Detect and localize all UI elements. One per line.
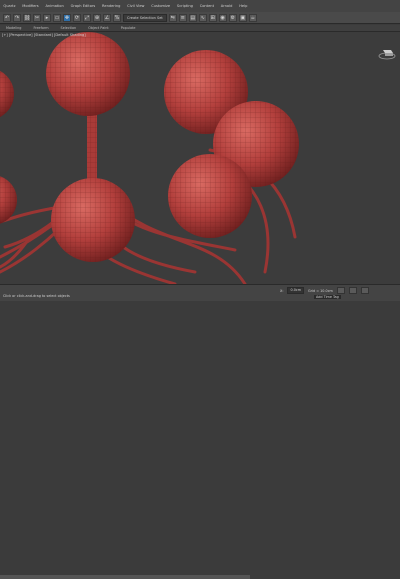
coordinate-display: X: 0.0cm Grid = 10.0cm	[280, 287, 369, 294]
menu-item-arnold[interactable]: Arnold	[217, 4, 235, 8]
status-prompt: Click or click-and-drag to select object…	[3, 294, 70, 298]
x-coordinate-field[interactable]: 0.0cm	[287, 287, 305, 294]
layers-icon[interactable]: ▤	[188, 13, 197, 22]
ribbon-tab-populate[interactable]: Populate	[115, 26, 142, 30]
render-frame-icon[interactable]: ▣	[238, 13, 247, 22]
unlink-icon[interactable]: ✂	[33, 13, 41, 22]
undo-icon[interactable]: ↶	[3, 13, 11, 22]
x-label: X:	[280, 288, 284, 293]
key-mode-icon[interactable]	[360, 287, 369, 294]
ribbon-tab-modeling[interactable]: Modeling	[0, 26, 27, 30]
menu-item-graph-editors[interactable]: Graph Editors	[67, 4, 98, 8]
align-icon[interactable]: ≡	[178, 13, 187, 22]
snap-icon[interactable]: ⊕	[93, 13, 101, 22]
viewport-scene[interactable]	[0, 32, 400, 284]
viewport-label[interactable]: [+] [Perspective] [Standard] [Default Sh…	[2, 33, 86, 37]
render-icon[interactable]: ☕	[248, 13, 257, 22]
main-toolbar: ↶ ↷ ⛓ ✂ ▸ ▭ ✥ ⟳ ⤢ ⊕ ∠ % Create Selection…	[0, 12, 400, 24]
grid-size: Grid = 10.0cm	[308, 288, 333, 293]
rotate-icon[interactable]: ⟳	[73, 13, 81, 22]
sphere-top-left[interactable]	[0, 68, 14, 120]
redo-icon[interactable]: ↷	[13, 13, 21, 22]
percent-snap-icon[interactable]: %	[113, 13, 121, 22]
perspective-viewport[interactable]: [+] [Perspective] [Standard] [Default Sh…	[0, 32, 400, 284]
menu-item-civil-view[interactable]: Civil View	[124, 4, 148, 8]
ribbon-tab-freeform[interactable]: Freeform	[27, 26, 54, 30]
menu-item-customize[interactable]: Customize	[148, 4, 174, 8]
ribbon-tabs: Modeling Freeform Selection Object Paint…	[0, 25, 400, 32]
scale-icon[interactable]: ⤢	[83, 13, 91, 22]
sphere-lower-right[interactable]	[168, 154, 252, 238]
next-frame-icon[interactable]	[348, 287, 357, 294]
menu-item-rendering[interactable]: Rendering	[99, 4, 124, 8]
link-icon[interactable]: ⛓	[23, 13, 31, 22]
mirror-icon[interactable]: ⇋	[168, 13, 177, 22]
add-time-tag-button[interactable]: Add Time Tag	[314, 295, 341, 299]
sphere-bottom-center[interactable]	[51, 178, 135, 262]
material-editor-icon[interactable]: ◉	[218, 13, 227, 22]
select-icon[interactable]: ▸	[43, 13, 51, 22]
menu-item-modifiers[interactable]: Modifiers	[19, 4, 42, 8]
sphere-top-center[interactable]	[46, 32, 130, 116]
render-setup-icon[interactable]: ⚙	[228, 13, 237, 22]
ribbon-tab-selection[interactable]: Selection	[55, 26, 83, 30]
ribbon-tab-object-paint[interactable]: Object Paint	[82, 26, 115, 30]
menu-item-content[interactable]: Content	[196, 4, 217, 8]
play-icon[interactable]	[336, 287, 345, 294]
menu-item-quartz[interactable]: Quartz	[0, 4, 19, 8]
menu-item-scripting[interactable]: Scripting	[174, 4, 197, 8]
menu-item-help[interactable]: Help	[236, 4, 251, 8]
schematic-icon[interactable]: ⊞	[208, 13, 217, 22]
select-region-icon[interactable]: ▭	[53, 13, 61, 22]
timeline-scrollbar[interactable]	[0, 575, 250, 579]
selection-set-dropdown[interactable]: Create Selection Set	[123, 13, 167, 22]
menu-item-animation[interactable]: Animation	[42, 4, 67, 8]
viewcube-icon[interactable]	[378, 46, 396, 60]
status-bar: Click or click-and-drag to select object…	[0, 284, 400, 579]
move-icon[interactable]: ✥	[63, 13, 71, 22]
curve-editor-icon[interactable]: ∿	[198, 13, 207, 22]
angle-snap-icon[interactable]: ∠	[103, 13, 111, 22]
